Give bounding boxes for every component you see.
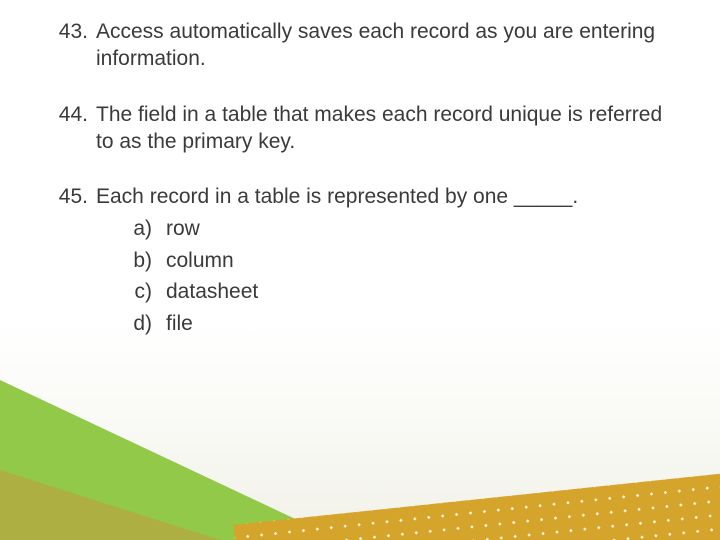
question-number: 44. — [48, 101, 96, 128]
option-text: column — [166, 246, 680, 275]
options-list: a) row b) column c) datasheet d) file — [96, 214, 680, 338]
option-c: c) datasheet — [96, 277, 680, 306]
decor-triangle-olive — [0, 470, 220, 540]
question-text: The field in a table that makes each rec… — [96, 101, 680, 156]
question-43: 43. Access automatically saves each reco… — [48, 18, 680, 73]
option-letter: b) — [96, 246, 166, 275]
question-body: Each record in a table is represented by… — [96, 183, 680, 338]
option-b: b) column — [96, 246, 680, 275]
question-text: Access automatically saves each record a… — [96, 18, 680, 73]
question-number: 45. — [48, 183, 96, 210]
question-45: 45. Each record in a table is represente… — [48, 183, 680, 338]
option-text: datasheet — [166, 277, 680, 306]
option-letter: d) — [96, 309, 166, 338]
option-letter: a) — [96, 214, 166, 243]
content-area: 43. Access automatically saves each reco… — [48, 18, 680, 366]
question-text: Each record in a table is represented by… — [96, 183, 680, 210]
option-a: a) row — [96, 214, 680, 243]
question-number: 43. — [48, 18, 96, 45]
slide: 43. Access automatically saves each reco… — [0, 0, 720, 540]
question-44: 44. The field in a table that makes each… — [48, 101, 680, 156]
option-text: row — [166, 214, 680, 243]
option-text: file — [166, 309, 680, 338]
option-letter: c) — [96, 277, 166, 306]
option-d: d) file — [96, 309, 680, 338]
